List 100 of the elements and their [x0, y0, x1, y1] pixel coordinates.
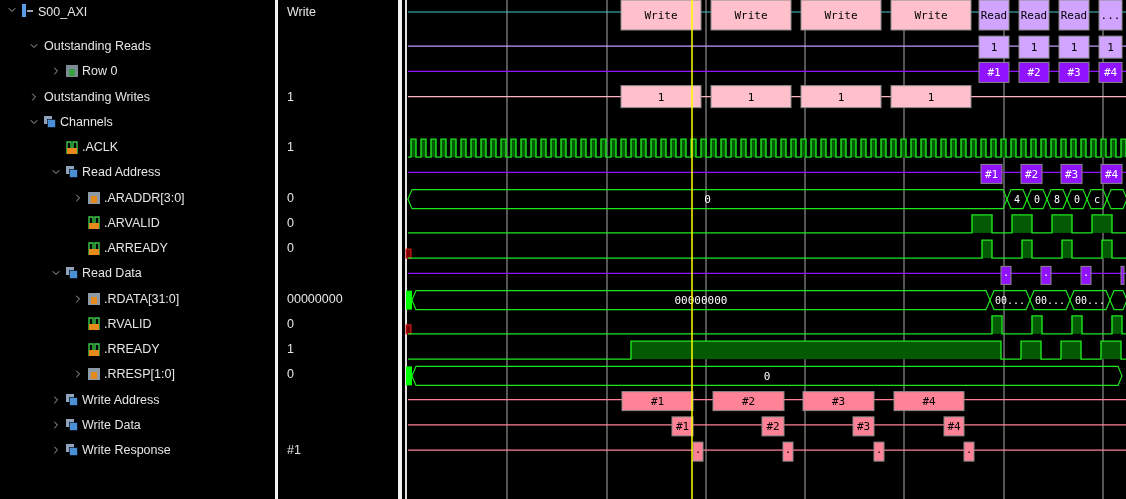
bus-segment [1106, 189, 1126, 210]
bus-value: 0 [407, 189, 1008, 210]
transaction-block[interactable]: 1 [620, 85, 702, 109]
transaction-block[interactable]: · [782, 441, 794, 462]
signal-value: 1 [286, 88, 294, 105]
wire-icon [88, 241, 100, 255]
transaction-block[interactable]: 1 [1098, 35, 1123, 59]
transaction-block[interactable]: 1 [710, 85, 792, 109]
transaction-block[interactable]: · [1040, 265, 1052, 285]
bus-icon [88, 191, 100, 204]
transaction-block[interactable]: #4 [893, 391, 965, 412]
signal-value: 0 [286, 366, 294, 383]
wire-icon [88, 317, 100, 331]
signal-name[interactable]: .RVALID [104, 315, 152, 332]
signal-name[interactable]: Channels [60, 113, 113, 130]
signal-name[interactable]: Row 0 [82, 63, 118, 80]
transaction-block[interactable]: #2 [1020, 163, 1043, 184]
signal-name[interactable]: Outstanding Writes [44, 88, 151, 105]
transaction-block[interactable]: 1 [800, 85, 882, 109]
stacked-squares-icon [66, 444, 78, 457]
stacked-squares-icon [66, 166, 78, 179]
transaction-block[interactable]: #2 [1018, 61, 1050, 83]
transaction-block[interactable]: #2 [712, 391, 785, 412]
signal-name[interactable]: .RREADY [104, 341, 160, 358]
transaction-block[interactable]: #2 [761, 416, 785, 437]
signal-name[interactable]: .RRESP[1:0] [104, 366, 175, 383]
transaction-block[interactable]: 1 [978, 35, 1010, 59]
signal-name[interactable]: Write Address [82, 391, 160, 408]
signal-name[interactable]: .ARREADY [104, 240, 168, 257]
transaction-block[interactable]: #1 [621, 391, 694, 412]
signal-value: 0 [286, 189, 294, 206]
signal-name[interactable]: .RDATA[31:0] [104, 290, 180, 307]
transaction-block[interactable]: · [1080, 265, 1092, 285]
bus-icon [88, 292, 100, 305]
stacked-squares-icon [44, 115, 56, 128]
transaction-block[interactable]: #3 [802, 391, 875, 412]
bus-value: 00... [1029, 290, 1071, 311]
transaction-block[interactable]: Write [710, 0, 792, 31]
wire-icon [66, 140, 78, 154]
signal-name[interactable]: Write Response [82, 442, 171, 459]
stacked-squares-icon [66, 393, 78, 406]
bus-start-marker [406, 290, 412, 310]
signal-value: 1 [286, 139, 294, 156]
bus-value: 8 [1046, 189, 1068, 210]
signal-value: Write [286, 4, 316, 20]
transaction-block[interactable]: · [873, 441, 885, 462]
transaction-block[interactable]: #1 [978, 61, 1010, 83]
stacked-squares-icon [66, 418, 78, 431]
transaction-block[interactable]: #1 [980, 163, 1003, 184]
transaction-block[interactable]: · [963, 441, 975, 462]
transaction-block[interactable]: ... [1098, 0, 1123, 31]
transaction-block[interactable]: Read [1058, 0, 1090, 31]
signal-value: 0 [286, 315, 294, 332]
transaction-block[interactable]: 1 [1018, 35, 1050, 59]
bus-value: 00... [1069, 290, 1111, 311]
transaction-block[interactable]: · [1000, 265, 1012, 285]
bus-value: 0 [1026, 189, 1048, 210]
bus-value: 4 [1006, 189, 1028, 210]
signal-name[interactable]: Write Data [82, 416, 141, 433]
transaction-block[interactable]: Write [800, 0, 882, 31]
signal-value: 0 [286, 240, 294, 257]
transaction-block[interactable]: Write [620, 0, 702, 31]
bus-segment [1109, 290, 1126, 311]
bus-value: 0 [1066, 189, 1088, 210]
transaction-block[interactable]: 1 [1058, 35, 1090, 59]
time-cursor[interactable] [691, 0, 693, 499]
transaction-block[interactable]: 1 [890, 85, 972, 109]
wire-icon [88, 216, 100, 230]
signal-name[interactable]: Read Address [82, 164, 161, 181]
transaction-block[interactable]: · [692, 441, 704, 462]
transaction-block[interactable]: #3 [1058, 61, 1090, 83]
stacked-squares-icon [66, 267, 78, 280]
interface-icon [22, 4, 34, 17]
transaction-block[interactable]: #3 [852, 416, 875, 437]
signal-name[interactable]: S00_AXI [38, 4, 88, 20]
transaction-block[interactable]: Write [890, 0, 972, 31]
signal-value: #1 [286, 442, 301, 459]
signal-value: 0 [286, 214, 294, 231]
signal-name[interactable]: Outstanding Reads [44, 38, 151, 55]
signal-name[interactable]: Read Data [82, 265, 142, 282]
signal-value: 1 [286, 341, 294, 358]
transaction-block[interactable]: Read [978, 0, 1010, 31]
transaction-block[interactable] [1120, 265, 1125, 285]
signal-name[interactable]: .ACLK [82, 139, 119, 156]
transaction-block[interactable]: #4 [1098, 61, 1123, 83]
signal-name[interactable]: .ARADDR[3:0] [104, 189, 185, 206]
row-icon [66, 65, 78, 78]
bus-value: 00... [989, 290, 1031, 311]
bus-start-marker [406, 366, 412, 386]
transaction-block[interactable]: Read [1018, 0, 1050, 31]
transaction-block[interactable]: #4 [943, 416, 965, 437]
signal-value: 00000000 [286, 290, 343, 307]
transaction-block[interactable]: #3 [1060, 163, 1083, 184]
wire-icon [88, 342, 100, 356]
signal-name[interactable]: .ARVALID [104, 214, 160, 231]
bus-value: 0 [411, 365, 1123, 386]
transaction-block[interactable]: #1 [671, 416, 694, 437]
bus-icon [88, 368, 100, 381]
bus-value: c [1086, 189, 1108, 210]
transaction-block[interactable]: #4 [1100, 163, 1123, 184]
